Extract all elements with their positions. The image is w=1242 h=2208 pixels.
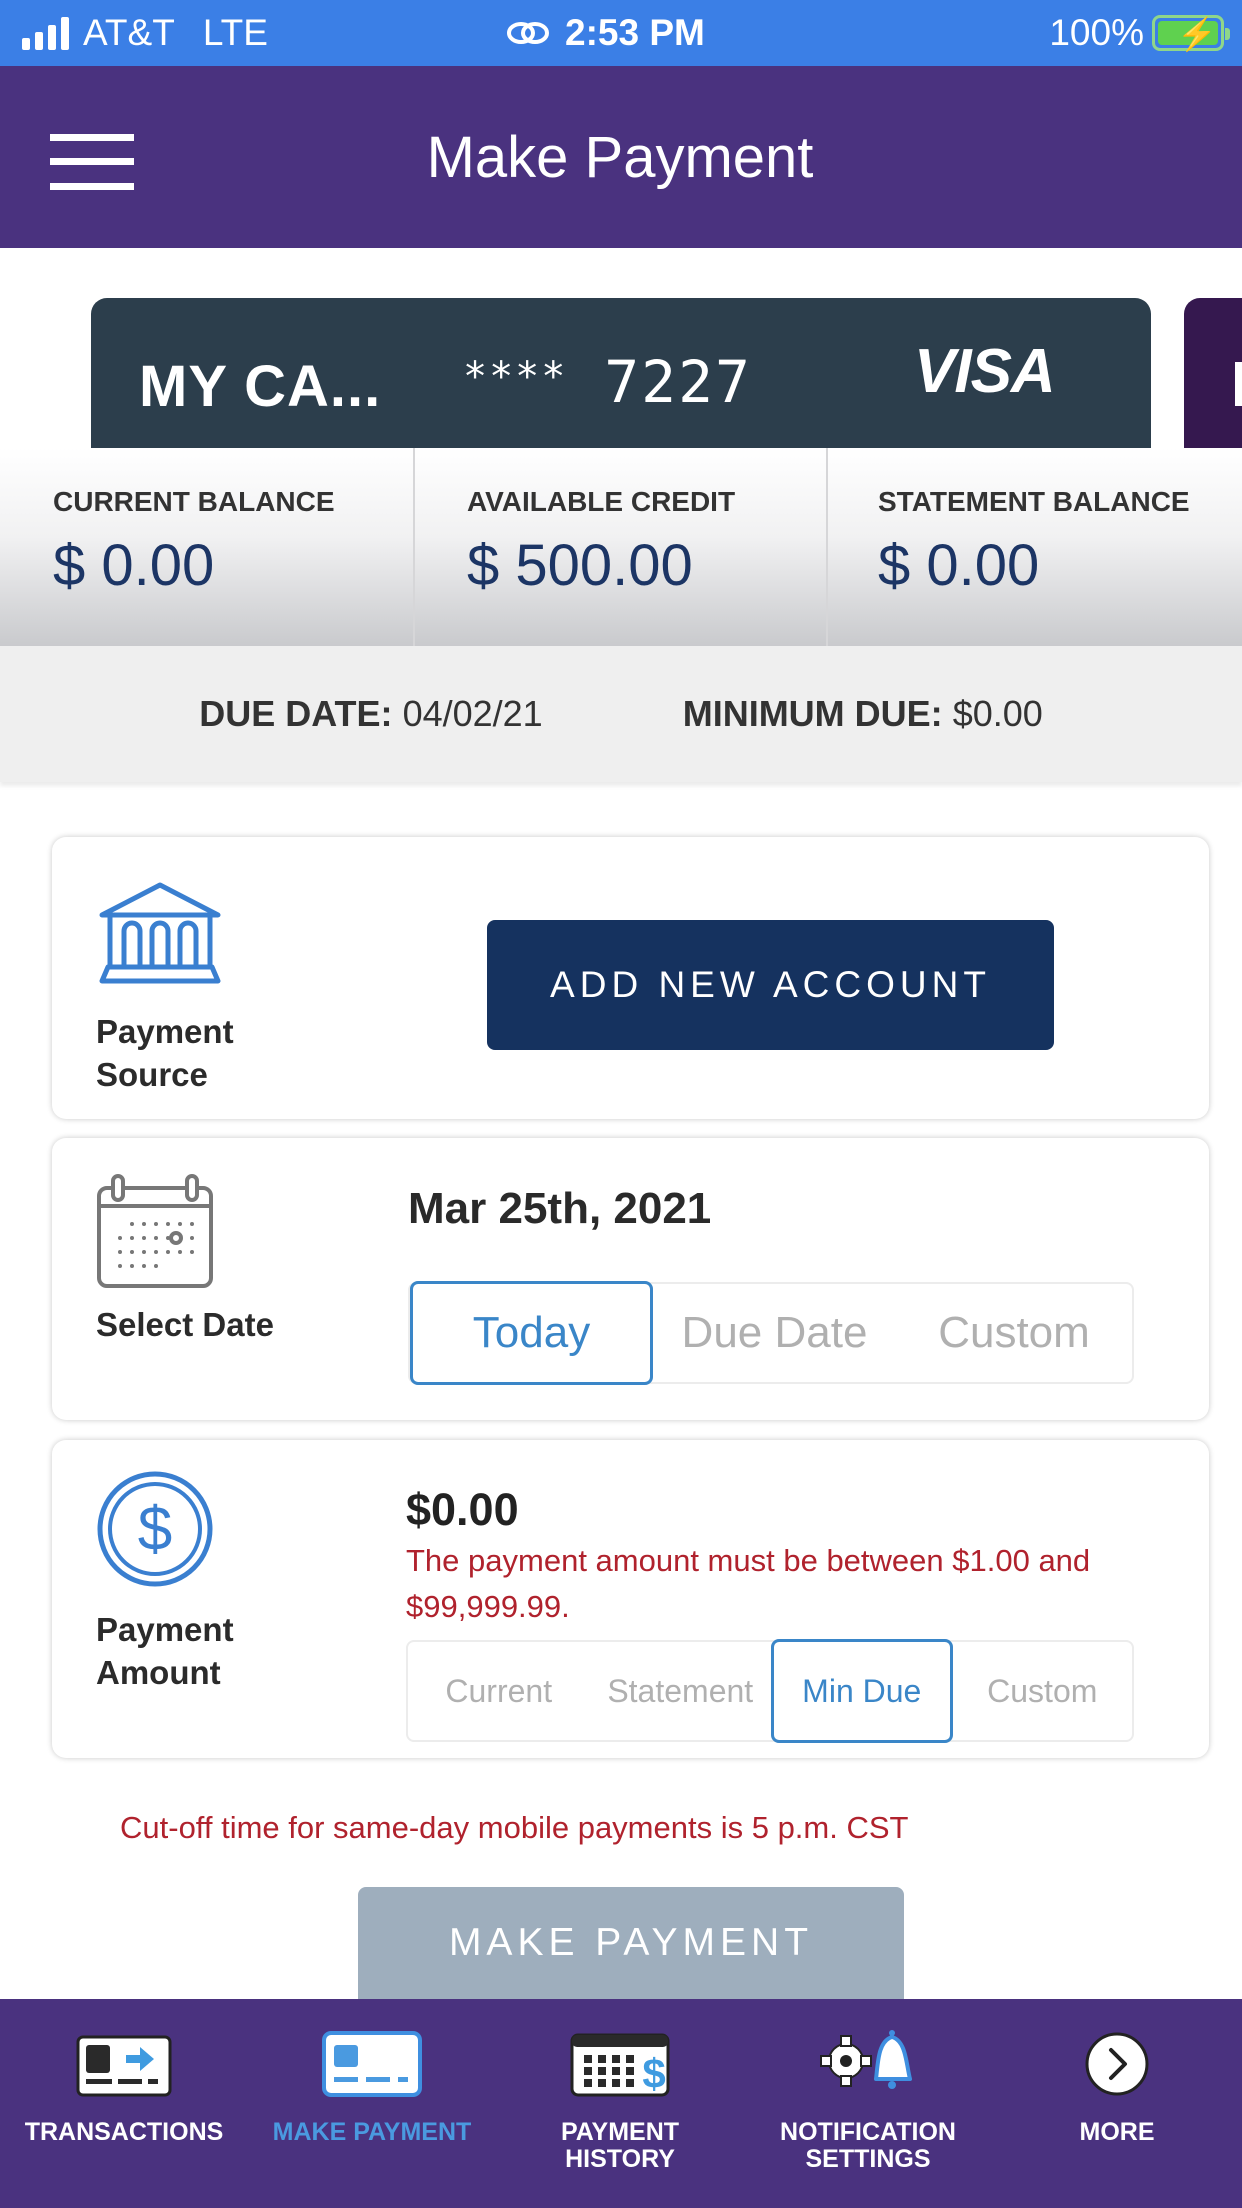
visa-logo-icon: VISA [914, 337, 1056, 406]
svg-text:$: $ [138, 1495, 172, 1564]
card-mask: **** [463, 354, 568, 400]
payment-source-label-line1: Payment [96, 1013, 234, 1050]
nav-make-payment[interactable]: MAKE PAYMENT [248, 1999, 496, 2208]
bottom-nav: TRANSACTIONS MAKE PAYMENT $ PAYMENT HIST… [0, 1999, 1242, 2208]
nav-notification-settings[interactable]: NOTIFICATION SETTINGS [744, 1999, 992, 2208]
nav-label-line1: MAKE PAYMENT [272, 2118, 472, 2146]
payment-source-label-line2: Source [96, 1056, 208, 1093]
available-credit-label: AVAILABLE CREDIT [467, 486, 736, 517]
nav-notification-settings-label: NOTIFICATION SETTINGS [780, 2119, 956, 2173]
due-date-value: 04/02/21 [402, 693, 543, 734]
next-card-text-fragment [1235, 362, 1242, 406]
card-last4: 7227 [604, 348, 752, 416]
signal-strength-icon [22, 16, 69, 50]
nav-label-line2: HISTORY [565, 2145, 675, 2173]
due-info-bar: DUE DATE: 04/02/21 MINIMUM DUE: $0.00 [0, 646, 1242, 782]
nav-transactions-label: TRANSACTIONS [25, 2119, 224, 2146]
date-option-custom[interactable]: Custom [896, 1284, 1132, 1382]
due-date-label: DUE DATE: [199, 693, 393, 734]
current-balance-value: $ 0.00 [53, 533, 215, 598]
credit-card[interactable]: MY CA... **** 7227 VISA [91, 298, 1151, 448]
page-title: Make Payment [426, 125, 814, 190]
status-center: 2:53 PM [505, 12, 705, 54]
payment-amount-label-line1: Payment [96, 1611, 234, 1648]
make-payment-icon [322, 2031, 422, 2097]
calendar-icon [97, 1174, 213, 1288]
nav-payment-history[interactable]: $ PAYMENT HISTORY [496, 1999, 744, 2208]
statement-balance-label: STATEMENT BALANCE [878, 486, 1190, 517]
card-carousel[interactable]: MY CA... **** 7227 VISA [0, 248, 1242, 448]
date-option-selector: Today Due Date Custom [408, 1281, 1134, 1385]
nav-transactions[interactable]: TRANSACTIONS [0, 1999, 248, 2208]
clock: 2:53 PM [565, 12, 705, 53]
payment-history-icon: $ [570, 2033, 670, 2097]
dollar-coin-icon: $ [97, 1471, 213, 1587]
bank-icon [99, 882, 221, 984]
status-left: AT&T LTE [22, 12, 268, 54]
payment-amount-label-line2: Amount [96, 1654, 221, 1691]
nav-more[interactable]: MORE [992, 1999, 1242, 2208]
nav-payment-history-label: PAYMENT HISTORY [561, 2119, 679, 2173]
date-option-due-date[interactable]: Due Date [653, 1284, 896, 1382]
payment-amount-label: Payment Amount [96, 1608, 234, 1694]
balance-summary: CURRENT BALANCE $ 0.00 AVAILABLE CREDIT … [0, 448, 1242, 646]
battery-percent: 100% [1049, 12, 1144, 53]
carrier-name: AT&T [83, 12, 175, 53]
status-bar: AT&T LTE 2:53 PM 100% ⚡ [0, 0, 1242, 66]
select-date-label: Select Date [96, 1306, 274, 1343]
amount-option-selector: Current Statement Min Due Custom [406, 1639, 1134, 1743]
minimum-due-label: MINIMUM DUE: [682, 693, 943, 734]
payment-amount-panel: $ Payment Amount $0.00 The payment amoun… [52, 1440, 1209, 1758]
available-credit: AVAILABLE CREDIT $ 500.00 [413, 448, 826, 646]
nav-label-line1: MORE [1079, 2118, 1155, 2146]
nav-more-label: MORE [1080, 2119, 1155, 2146]
app-header: Make Payment [0, 66, 1242, 248]
add-new-account-button[interactable]: ADD NEW ACCOUNT [487, 920, 1054, 1050]
payment-amount-error: The payment amount must be between $1.00… [406, 1543, 1091, 1624]
card-name: MY CA... [139, 354, 382, 419]
nav-make-payment-label: MAKE PAYMENT [273, 2119, 472, 2146]
next-card[interactable] [1184, 298, 1242, 448]
amount-option-current[interactable]: Current [408, 1642, 590, 1740]
current-balance: CURRENT BALANCE $ 0.00 [0, 448, 413, 646]
nav-label-line2: SETTINGS [805, 2145, 931, 2173]
due-date: DUE DATE: 04/02/21 [199, 693, 542, 735]
statement-balance: STATEMENT BALANCE $ 0.00 [826, 448, 1242, 646]
notification-settings-icon [820, 2030, 912, 2089]
nav-label-line1: NOTIFICATION [780, 2118, 956, 2146]
selected-date: Mar 25th, 2021 [408, 1184, 712, 1233]
amount-option-statement[interactable]: Statement [590, 1642, 772, 1740]
nav-label-line1: PAYMENT [560, 2118, 680, 2146]
available-credit-value: $ 500.00 [467, 533, 693, 598]
link-icon [507, 22, 549, 44]
card-number: **** 7227 [463, 348, 752, 416]
date-option-today[interactable]: Today [410, 1281, 653, 1385]
amount-option-min-due[interactable]: Min Due [771, 1639, 953, 1743]
make-payment-button[interactable]: MAKE PAYMENT [358, 1887, 904, 2007]
minimum-due-value: $0.00 [952, 693, 1043, 734]
svg-text:$: $ [642, 2050, 665, 2097]
statement-balance-value: $ 0.00 [878, 533, 1040, 598]
cutoff-time-note: Cut-off time for same-day mobile payment… [120, 1810, 909, 1845]
payment-source-panel: Payment Source ADD NEW ACCOUNT [52, 837, 1209, 1119]
transactions-icon [76, 2035, 172, 2097]
select-date-panel: Select Date Mar 25th, 2021 Today Due Dat… [52, 1138, 1209, 1420]
more-icon [1085, 2032, 1149, 2096]
nav-label-line1: TRANSACTIONS [24, 2118, 224, 2146]
network-type: LTE [202, 12, 268, 53]
status-right: 100% ⚡ [1049, 12, 1230, 54]
battery-icon: ⚡ [1152, 15, 1230, 52]
amount-option-custom[interactable]: Custom [953, 1642, 1133, 1740]
payment-amount-value: $0.00 [406, 1484, 519, 1535]
minimum-due: MINIMUM DUE: $0.00 [683, 693, 1043, 735]
current-balance-label: CURRENT BALANCE [53, 486, 335, 517]
payment-source-label: Payment Source [96, 1010, 234, 1096]
